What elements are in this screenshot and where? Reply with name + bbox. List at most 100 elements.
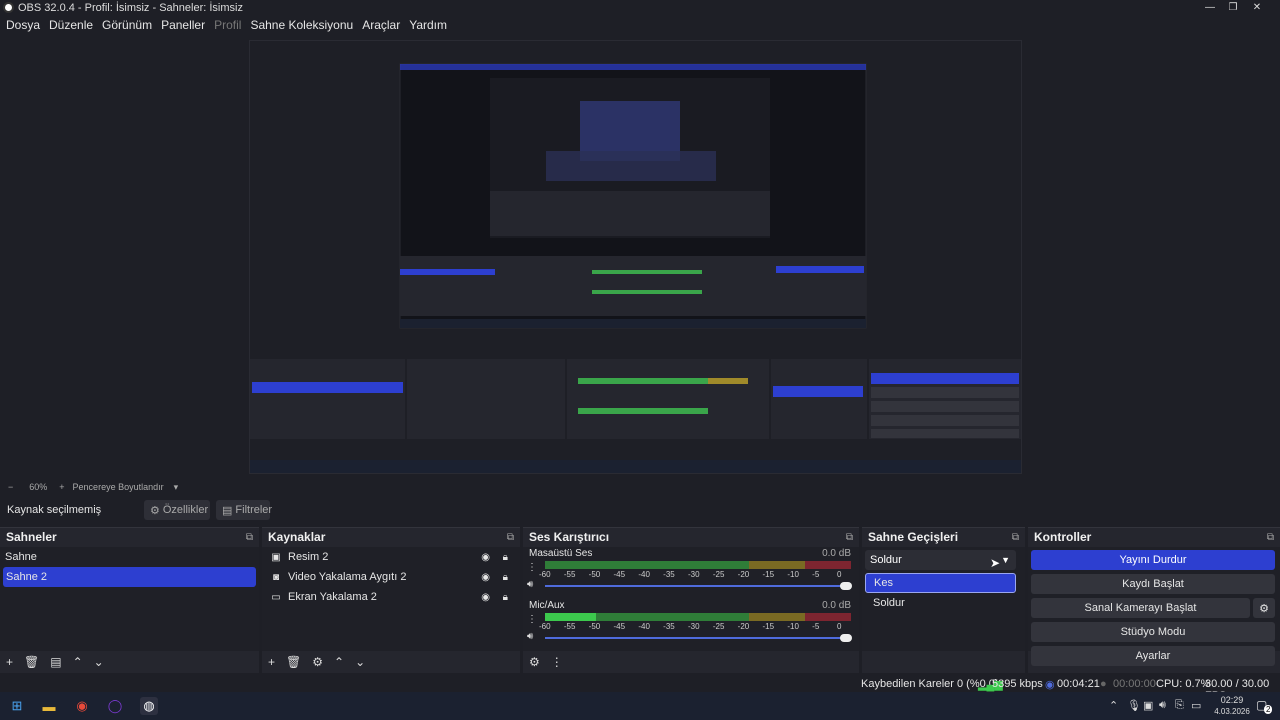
obs-logo-icon <box>3 2 14 13</box>
volume-slider[interactable] <box>545 585 851 587</box>
channel-name: Mic/Aux <box>529 600 565 611</box>
menu-edit[interactable]: Düzenle <box>49 18 93 32</box>
meter-tick-label: 0 <box>837 622 842 631</box>
nested-screen-capture <box>250 41 1021 473</box>
meter-tick-label: -35 <box>663 570 675 579</box>
meter-tick-label: -10 <box>787 570 799 579</box>
usb-icon[interactable]: ⎘ <box>1175 699 1184 712</box>
add-icon[interactable]: + <box>6 655 13 669</box>
zoom-mode[interactable]: Pencereye Boyutlandır <box>73 482 164 492</box>
menu-help[interactable]: Yardım <box>409 18 447 32</box>
kebab-menu-icon[interactable]: ⋮ <box>527 614 537 625</box>
source-item[interactable]: ▭ Ekran Yakalama 2 ◉ 🔒︎ <box>262 587 520 607</box>
cpu-usage: CPU: 0.7% <box>1156 678 1211 690</box>
source-item[interactable]: ▣ Resim 2 ◉ 🔒︎ <box>262 547 520 567</box>
kebab-menu-icon[interactable]: ⋮ <box>527 562 537 573</box>
scenes-dock: Sahneler ⧉ Sahne Sahne 2 + 🗑 ▤ ⌃ ⌄ <box>0 527 259 673</box>
transition-option[interactable]: Soldur <box>865 593 1016 613</box>
image-icon: ▣ <box>271 551 281 563</box>
preview-canvas[interactable] <box>249 40 1022 474</box>
zoom-out-button[interactable]: − <box>8 482 13 492</box>
eye-icon[interactable]: ◉ <box>481 592 490 603</box>
menu-file[interactable]: Dosya <box>6 18 40 32</box>
eye-icon[interactable]: ◉ <box>481 572 490 583</box>
stop-streaming-button[interactable]: Yayını Durdur <box>1031 550 1275 570</box>
channel-db: 0.0 dB <box>822 548 851 559</box>
channel-name: Masaüstü Ses <box>529 548 593 559</box>
trash-icon[interactable]: 🗑 <box>286 655 301 669</box>
volume-meter <box>545 613 851 621</box>
undock-icon[interactable]: ⧉ <box>507 532 514 543</box>
eye-icon[interactable]: ◉ <box>481 552 490 563</box>
trash-icon[interactable]: 🗑 <box>24 655 39 669</box>
meter-tick-label: 0 <box>837 570 842 579</box>
chevron-down-icon[interactable]: ⌄ <box>355 655 365 669</box>
volume-slider[interactable] <box>545 637 851 639</box>
undock-icon[interactable]: ⧉ <box>1012 532 1019 543</box>
zoom-in-button[interactable]: + <box>59 482 64 492</box>
meter-tick-label: -20 <box>737 570 750 579</box>
lock-icon[interactable]: 🔒︎ <box>503 572 508 583</box>
chevron-up-icon[interactable]: ⌃ <box>334 655 344 669</box>
taskbar: ⊞ ▬ ◉ ◯ ◍ ⌃ 🎙︎ ▣ 🔊︎ ⎘ ▭ 02:29 4.03.2026 … <box>0 692 1280 720</box>
menu-docks[interactable]: Paneller <box>161 18 205 32</box>
meter-tick-label: -5 <box>812 622 820 631</box>
undock-icon[interactable]: ⧉ <box>846 532 853 543</box>
close-button[interactable]: ✕ <box>1234 0 1280 15</box>
meter-tick-label: -35 <box>663 622 675 631</box>
file-explorer-icon[interactable]: ▬ <box>40 697 58 715</box>
volume-knob[interactable] <box>840 634 852 642</box>
volume-icon[interactable]: 🔊︎ <box>1159 699 1166 712</box>
meter-tick-label: -60 <box>539 622 551 631</box>
scene-item-selected[interactable]: Sahne 2 <box>3 567 256 587</box>
properties-button[interactable]: ⚙ Özellikler <box>144 500 210 520</box>
scene-item[interactable]: Sahne <box>0 547 259 567</box>
chevron-up-icon[interactable]: ⌃ <box>73 655 83 669</box>
scenes-title: Sahneler <box>6 530 57 544</box>
menu-tools[interactable]: Araçlar <box>362 18 400 32</box>
app-icon[interactable]: ◯ <box>106 697 124 715</box>
menu-bar: Dosya Düzenle Görünüm Paneller Profil Sa… <box>0 15 1280 34</box>
menu-profile[interactable]: Profil <box>214 18 241 32</box>
add-icon[interactable]: + <box>268 655 275 669</box>
start-recording-button[interactable]: Kaydı Başlat <box>1031 574 1275 594</box>
mixer-title: Ses Karıştırıcı <box>529 530 610 544</box>
studio-mode-button[interactable]: Stüdyo Modu <box>1031 622 1275 642</box>
chevron-down-icon[interactable]: ⌄ <box>94 655 104 669</box>
transitions-title: Sahne Geçişleri <box>868 530 959 544</box>
clock-time[interactable]: 02:29 <box>1212 695 1252 705</box>
undock-icon[interactable]: ⧉ <box>246 532 253 543</box>
chevron-up-icon[interactable]: ⌃ <box>1109 699 1118 712</box>
controls-title: Kontroller <box>1034 530 1092 544</box>
transition-option-highlighted[interactable]: Kes <box>865 573 1016 593</box>
zoom-mode-caret-icon[interactable]: ▾ <box>174 482 179 493</box>
network-icon[interactable]: ▭ <box>1191 699 1201 712</box>
windows-start-icon[interactable]: ⊞ <box>8 697 26 715</box>
settings-button[interactable]: Ayarlar <box>1031 646 1275 666</box>
mouse-cursor-icon: ➤ <box>990 556 1001 570</box>
source-item[interactable]: ◙ Video Yakalama Aygıtı 2 ◉ 🔒︎ <box>262 567 520 587</box>
undock-icon[interactable]: ⧉ <box>1267 532 1274 543</box>
gear-icon[interactable]: ⚙ <box>312 655 323 669</box>
lock-icon[interactable]: 🔒︎ <box>503 592 508 603</box>
clock-date[interactable]: 4.03.2026 <box>1204 707 1260 716</box>
kebab-menu-icon[interactable]: ⋮ <box>551 655 563 669</box>
display-icon[interactable]: ▣ <box>1143 699 1153 712</box>
microphone-icon[interactable]: 🎙︎ <box>1127 699 1141 712</box>
menu-scene-collection[interactable]: Sahne Koleksiyonu <box>250 18 353 32</box>
speaker-icon[interactable]: 🔊︎ <box>527 579 533 590</box>
meter-tick-label: -40 <box>638 570 650 579</box>
volume-knob[interactable] <box>840 582 852 590</box>
speaker-icon[interactable]: 🔊︎ <box>527 631 533 642</box>
filter-icon[interactable]: ▤ <box>50 655 61 669</box>
advanced-audio-icon[interactable]: ⚙ <box>529 655 540 669</box>
menu-view[interactable]: Görünüm <box>102 18 152 32</box>
start-virtual-camera-button[interactable]: Sanal Kamerayı Başlat <box>1031 598 1250 618</box>
virtual-camera-settings-button[interactable]: ⚙ <box>1253 598 1275 618</box>
chrome-icon[interactable]: ◉ <box>73 697 91 715</box>
lock-icon[interactable]: 🔒︎ <box>503 552 508 563</box>
meter-tick-label: -20 <box>737 622 750 631</box>
stream-icon: ◉ <box>1045 679 1055 691</box>
obs-taskbar-icon[interactable]: ◍ <box>140 697 158 715</box>
filters-button[interactable]: ▤ Filtreler <box>216 500 272 520</box>
